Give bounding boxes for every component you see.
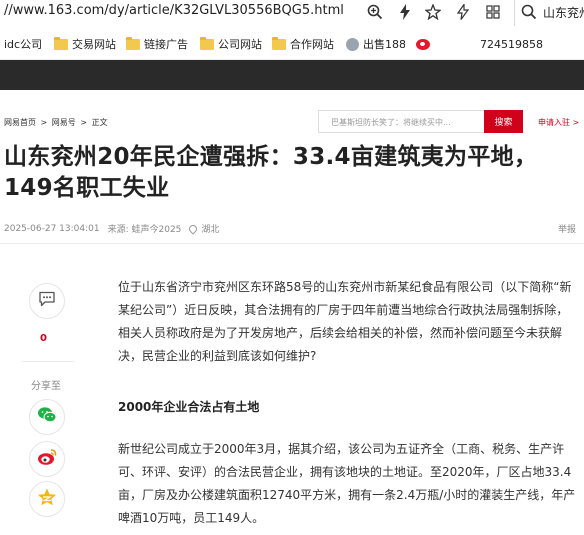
breadcrumb-separator: > — [80, 118, 88, 127]
bookmark-number[interactable]: 724519858 — [480, 36, 543, 52]
star-icon[interactable] — [424, 3, 442, 21]
weibo-icon — [416, 38, 430, 50]
breadcrumb-netease-hao[interactable]: 网易号 — [52, 118, 76, 127]
comment-button[interactable] — [29, 283, 65, 319]
location-pin-icon — [187, 222, 200, 235]
divider — [22, 361, 74, 362]
bookmark-label: idc公司 — [4, 38, 43, 51]
folder-icon — [54, 36, 68, 50]
bookmark-company-sites[interactable]: 公司网站 — [200, 36, 262, 52]
browser-search-text[interactable]: 山东兖州 — [543, 4, 584, 21]
article-meta: 2025-06-27 13:04:01 来源: 蛙声今2025 湖北 — [4, 222, 219, 235]
wechat-icon — [37, 406, 57, 428]
article-source[interactable]: 来源: 蛙声今2025 — [108, 222, 182, 235]
breadcrumb-separator: > — [40, 118, 48, 127]
share-weibo-button[interactable] — [29, 441, 65, 477]
article-paragraph: 新世纪公司成立于2000年3月，据其介绍，该公司为五证齐全（工商、税务、生产许可… — [118, 442, 576, 525]
site-nav-bar — [0, 60, 584, 90]
folder-icon — [200, 36, 214, 50]
apps-grid-icon[interactable] — [484, 3, 502, 21]
bookmark-label: 链接广告 — [144, 38, 188, 51]
breadcrumb-home[interactable]: 网易首页 — [4, 118, 36, 127]
section-heading: 2000年企业合法占有土地 — [118, 400, 260, 414]
signup-link[interactable]: 申请入驻 > — [538, 117, 579, 128]
publish-date: 2025-06-27 13:04:01 — [4, 223, 100, 234]
lightning-outline-icon[interactable] — [454, 3, 472, 21]
qzone-icon — [37, 488, 57, 510]
lightning-icon[interactable] — [396, 3, 414, 21]
bookmark-weibo[interactable] — [416, 36, 434, 52]
divider — [0, 243, 584, 244]
zoom-icon[interactable] — [366, 3, 384, 21]
site-search-input[interactable]: 巴基斯坦防长笑了：将继续买中... — [318, 110, 484, 133]
breadcrumb-current: 正文 — [91, 118, 108, 127]
bookmark-partner-sites[interactable]: 合作网站 — [272, 36, 334, 52]
article-title: 山东兖州20年民企遭强拆：33.4亩建筑夷为平地，149名职工失业 — [4, 144, 538, 201]
bookmark-trade-sites[interactable]: 交易网站 — [54, 36, 116, 52]
bookmark-label: 724519858 — [480, 37, 543, 51]
share-qzone-button[interactable] — [29, 481, 65, 517]
comment-count[interactable]: 0 — [40, 333, 47, 344]
article-location: 湖北 — [201, 225, 220, 235]
bookmarks-bar: idc公司 交易网站 链接广告 公司网站 合作网站 出售188 72451985… — [0, 26, 584, 60]
bookmark-sale-188[interactable]: 出售188 — [346, 36, 405, 52]
comment-icon — [38, 291, 56, 311]
globe-icon — [346, 37, 359, 51]
bookmark-label: 交易网站 — [72, 38, 116, 51]
breadcrumb: 网易首页 > 网易号 > 正文 — [4, 117, 110, 128]
folder-icon — [126, 36, 140, 50]
bookmark-label: 出售188 — [363, 38, 405, 51]
article-paragraph: 位于山东省济宁市兖州区东环路58号的山东兖州市新某纪食品有限公司（以下简称“新某… — [118, 280, 572, 363]
bookmark-idc[interactable]: idc公司 — [4, 36, 42, 52]
search-placeholder: 巴基斯坦防长笑了：将继续买中... — [331, 118, 451, 127]
browser-search-box[interactable]: 山东兖州 — [514, 0, 584, 26]
share-label: 分享至 — [31, 381, 61, 392]
search-icon — [521, 4, 537, 24]
url-text[interactable]: //www.163.com/dy/article/K32GLVL30556BQG… — [4, 3, 344, 18]
report-link[interactable]: 举报 — [558, 222, 576, 235]
bookmark-label: 公司网站 — [218, 38, 262, 51]
address-bar[interactable]: //www.163.com/dy/article/K32GLVL30556BQG… — [0, 0, 584, 26]
search-button[interactable]: 搜索 — [484, 110, 523, 133]
weibo-icon — [37, 448, 57, 470]
folder-icon — [272, 36, 286, 50]
share-wechat-button[interactable] — [29, 399, 65, 435]
bookmark-label: 合作网站 — [290, 38, 334, 51]
bookmark-link-ads[interactable]: 链接广告 — [126, 36, 190, 52]
